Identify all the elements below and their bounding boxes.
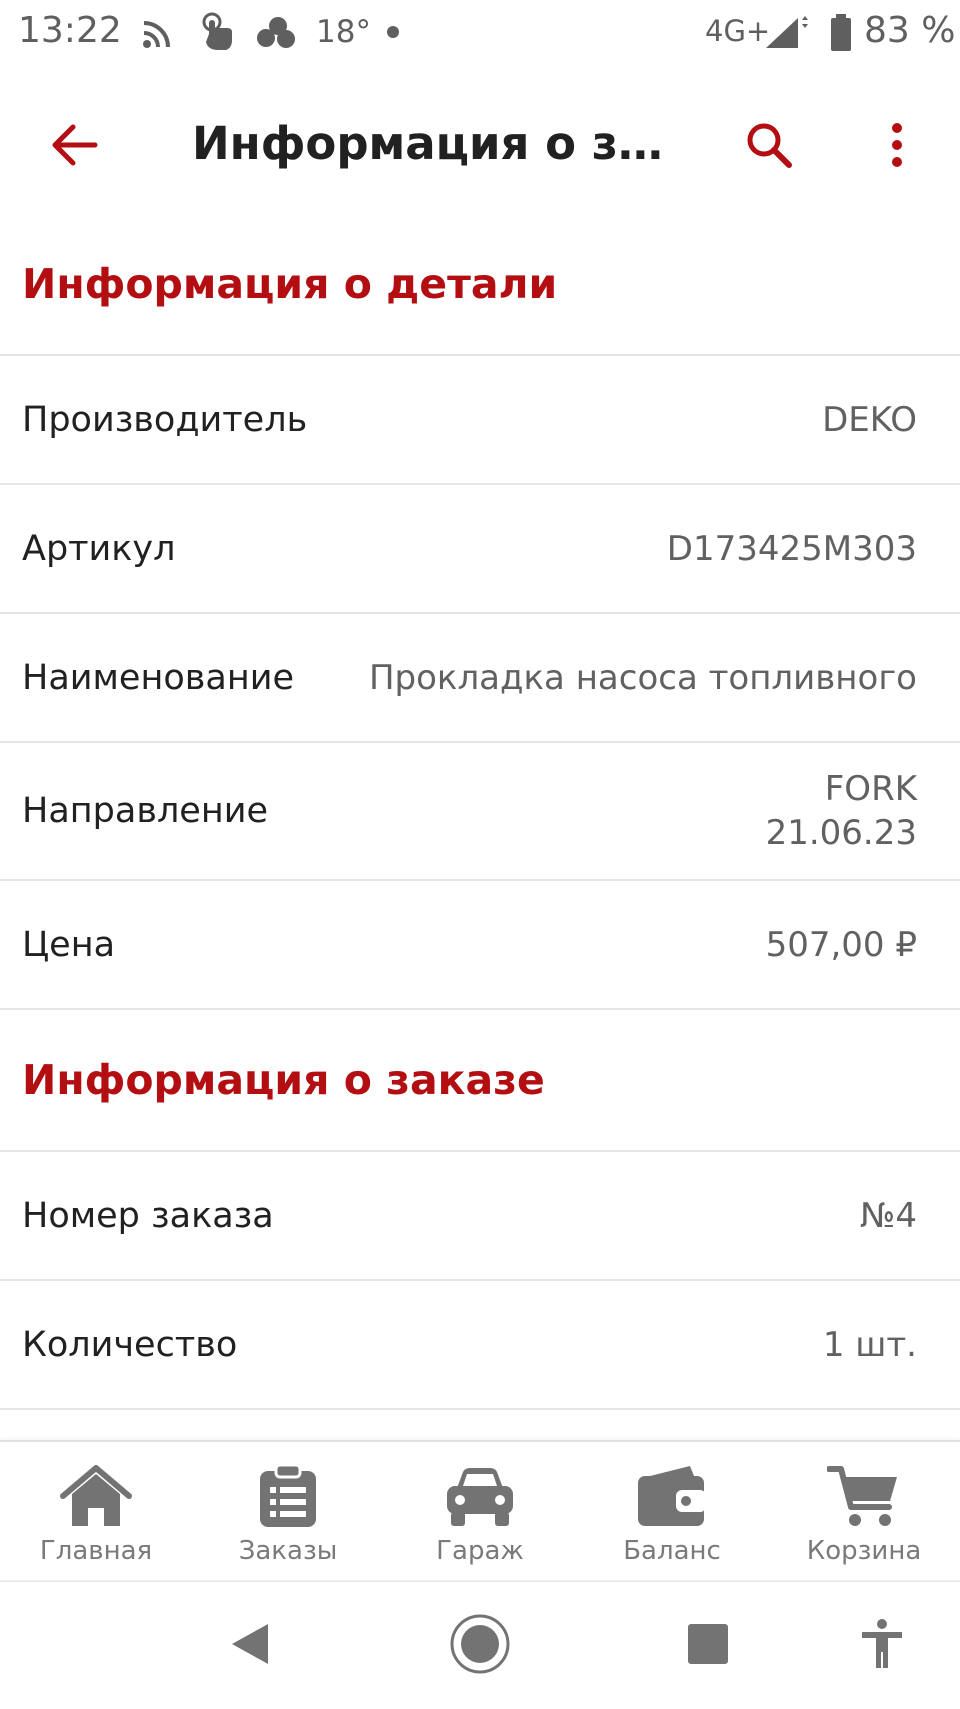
detail-row-quantity: Количество 1 шт.: [0, 1281, 960, 1410]
home-icon: [56, 1460, 136, 1532]
orders-list-icon: [248, 1460, 328, 1532]
part-info-header: Информация о детали: [0, 214, 960, 356]
order-details-content: Информация о детали Производитель DEKO А…: [0, 214, 960, 1410]
nav-label: Корзина: [806, 1536, 922, 1566]
detail-row-direction: Направление FORK 21.06.23: [0, 743, 960, 881]
nav-item-cart[interactable]: Корзина: [768, 1442, 960, 1582]
detail-label: Цена: [22, 924, 116, 965]
detail-row-manufacturer: Производитель DEKO: [0, 356, 960, 485]
detail-value: №4: [860, 1195, 917, 1236]
page-title: Информация о заказе: [192, 117, 682, 170]
overflow-menu-button[interactable]: [864, 112, 930, 178]
nav-label: Гараж: [436, 1536, 524, 1566]
system-back-icon: [232, 1624, 268, 1664]
system-navigation-bar: [0, 1580, 960, 1709]
detail-value: 1 шт.: [822, 1324, 917, 1365]
detail-value: 507,00 ₽: [765, 924, 917, 965]
back-button[interactable]: [42, 112, 108, 178]
nav-label: Главная: [39, 1536, 153, 1566]
search-button[interactable]: [736, 112, 802, 178]
detail-value: D173425M303: [666, 528, 917, 569]
status-network-type: 4G+: [705, 14, 771, 48]
nav-item-orders[interactable]: Заказы: [192, 1442, 384, 1582]
more-vert-icon: [892, 123, 902, 167]
status-bar: 13:22 18° 4G+ 83 %: [0, 0, 960, 68]
arrow-back-icon: [52, 124, 98, 166]
detail-row-order-number: Номер заказа №4: [0, 1152, 960, 1281]
detail-value: Прокладка насоса топливного: [368, 657, 917, 698]
system-home-icon: [450, 1614, 510, 1674]
order-info-header: Информация о заказе: [0, 1010, 960, 1152]
system-recents-button[interactable]: [668, 1604, 748, 1684]
detail-label: Артикул: [22, 528, 176, 569]
notification-dot-icon: [387, 26, 399, 38]
cast-icon: [142, 18, 176, 58]
wallet-icon: [632, 1460, 712, 1532]
weather-cloud-icon: [256, 16, 296, 59]
signal-icon: [764, 16, 812, 59]
detail-label: Номер заказа: [22, 1195, 274, 1236]
detail-label: Направление: [22, 791, 269, 831]
detail-row-price: Цена 507,00 ₽: [0, 881, 960, 1010]
status-time: 13:22: [18, 10, 122, 51]
detail-value: DEKO: [822, 399, 917, 440]
detail-label: Количество: [22, 1324, 238, 1365]
car-icon: [440, 1460, 520, 1532]
detail-row-name: Наименование Прокладка насоса топливного: [0, 614, 960, 743]
touch-icon: [200, 12, 234, 61]
system-home-button[interactable]: [440, 1604, 520, 1684]
battery-icon: [830, 14, 852, 61]
app-bar: Информация о заказе: [0, 68, 960, 214]
direction-date: 21.06.23: [765, 813, 917, 853]
detail-value: FORK 21.06.23: [766, 767, 917, 855]
detail-label: Наименование: [22, 657, 294, 698]
status-battery-level: 83 %: [864, 10, 956, 51]
nav-label: Баланс: [623, 1536, 721, 1566]
search-icon: [747, 123, 792, 168]
nav-item-home[interactable]: Главная: [0, 1442, 192, 1582]
detail-label: Производитель: [22, 399, 308, 440]
nav-item-garage[interactable]: Гараж: [384, 1442, 576, 1582]
cart-icon: [824, 1460, 904, 1532]
system-back-button[interactable]: [210, 1604, 290, 1684]
bottom-navigation: Главная Заказы Гараж Баланс Корзина: [0, 1440, 960, 1582]
direction-code: FORK: [824, 769, 917, 809]
accessibility-button[interactable]: [842, 1604, 922, 1684]
nav-label: Заказы: [238, 1536, 338, 1566]
accessibility-icon: [862, 1619, 902, 1668]
system-recents-icon: [688, 1624, 728, 1664]
status-temperature: 18°: [316, 14, 371, 50]
detail-row-article: Артикул D173425M303: [0, 485, 960, 614]
nav-item-balance[interactable]: Баланс: [576, 1442, 768, 1582]
